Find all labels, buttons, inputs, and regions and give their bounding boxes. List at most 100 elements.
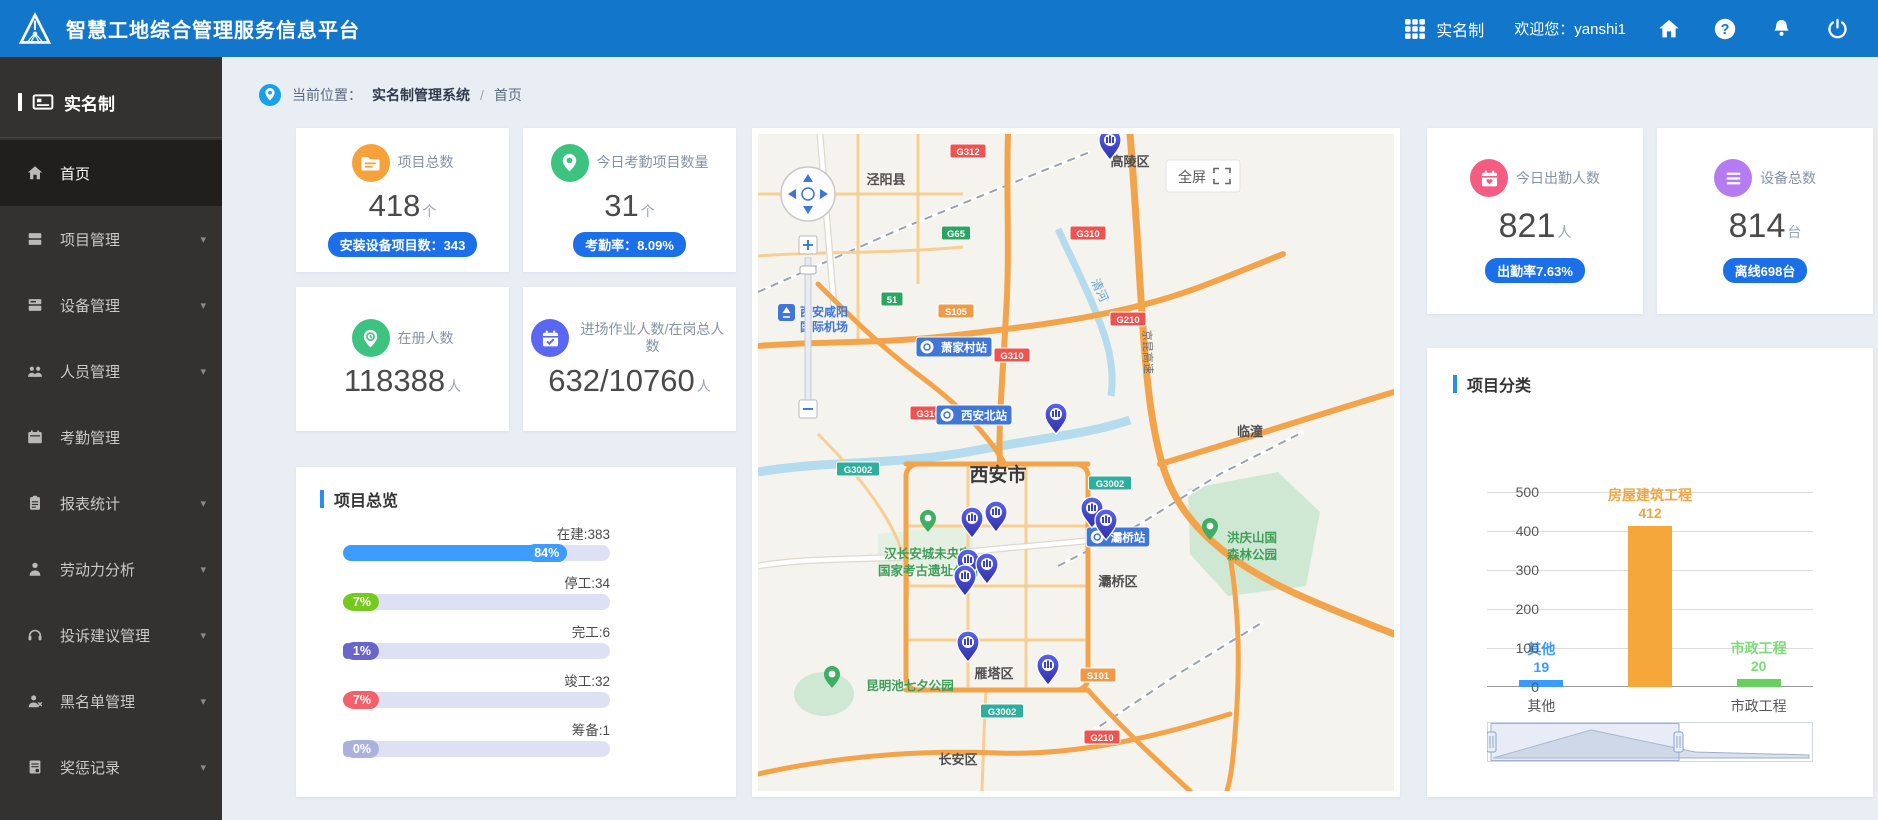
district-label: 长安区 bbox=[938, 752, 977, 767]
chart-datazoom-slider[interactable] bbox=[1486, 722, 1813, 762]
sidebar-item-report-stats[interactable]: 报表统计 ▾ bbox=[0, 470, 222, 536]
sidebar-item-label: 首页 bbox=[60, 165, 91, 183]
y-tick-label: 0 bbox=[1531, 679, 1539, 695]
fullscreen-label: 全屏 bbox=[1178, 169, 1206, 185]
stat-card-badge: 安装设备项目数：343 bbox=[327, 231, 478, 257]
notification-bell-icon[interactable] bbox=[1768, 16, 1794, 42]
road-name-label: 京昆高速 bbox=[1140, 330, 1156, 374]
stat-card-onsite-count: 进场作业人数/在岗总人数 632/10760 人 bbox=[523, 287, 736, 431]
home-icon[interactable] bbox=[1656, 16, 1682, 42]
sidebar-item-blacklist-mgmt[interactable]: 黑名单管理 ▾ bbox=[0, 668, 222, 734]
map-compass-control[interactable] bbox=[780, 166, 836, 222]
airport-icon bbox=[778, 304, 795, 321]
breadcrumb-current[interactable]: 首页 bbox=[494, 85, 522, 105]
sidebar-item-labor-analysis[interactable]: 劳动力分析 ▾ bbox=[0, 536, 222, 602]
project-category-panel: 项目分类 其他 19 房屋建筑工程 412 市政工程 20 其他 市政工程 0 … bbox=[1427, 348, 1873, 797]
x-tick-label: 其他 bbox=[1527, 698, 1556, 714]
stat-card-unit: 人 bbox=[696, 378, 711, 394]
sidebar-item-complaint-mgmt[interactable]: 投诉建议管理 ▾ bbox=[0, 602, 222, 668]
map-fullscreen-button[interactable]: 全屏 bbox=[1165, 159, 1241, 193]
datazoom-left-handle[interactable] bbox=[1486, 731, 1497, 753]
sidebar-item-attendance-mgmt[interactable]: 考勤管理 bbox=[0, 404, 222, 470]
datazoom-selection[interactable] bbox=[1490, 723, 1680, 761]
x-tick-label: 市政工程 bbox=[1730, 698, 1787, 714]
stat-cards-right: 今日出勤人数 821 人出勤率7.63% 设备总数 814 台离线698台 bbox=[1427, 128, 1873, 314]
overview-bar-label: 在建:383 bbox=[556, 527, 610, 542]
project-category-title: 项目分类 bbox=[1427, 348, 1873, 396]
stat-card-value: 814 台 bbox=[1728, 207, 1802, 245]
y-tick-label: 300 bbox=[1515, 562, 1539, 578]
zoom-slider-handle bbox=[799, 265, 817, 275]
sidebar-menu: 首页 项目管理 ▾ 设备管理 ▾ 人员管理 ▾ 考勤管理 报表统计 ▾ 劳动力分析 ▾ 投诉建议管理 ▾ 黑… bbox=[0, 140, 222, 800]
stat-card-value: 821 人 bbox=[1498, 207, 1572, 245]
sidebar-item-personnel-mgmt[interactable]: 人员管理 ▾ bbox=[0, 338, 222, 404]
platform-logo-icon bbox=[18, 11, 52, 46]
stat-card-value: 31 个 bbox=[604, 187, 655, 223]
overview-bar-row: 在建:383 84% bbox=[343, 525, 610, 574]
road-shield-label: 51 bbox=[887, 295, 898, 306]
project-overview-panel: 项目总览 在建:383 84% 停工:34 7% 完工:6 1% 竣工:32 7% 筹备:1 0% bbox=[296, 467, 736, 797]
y-tick-label: 200 bbox=[1515, 601, 1539, 617]
help-icon[interactable]: ? bbox=[1712, 16, 1738, 42]
stat-cards-left: 项目总数 418 个安装设备项目数：343 今日考勤项目数量 31 个考勤率：8.09% 在… bbox=[296, 128, 736, 431]
app-switcher[interactable]: 实名制 bbox=[1402, 16, 1484, 42]
road-shield-label: G210 bbox=[1090, 733, 1113, 744]
district-label: 灞桥区 bbox=[1098, 574, 1137, 589]
overview-bar-track: 84% bbox=[343, 544, 610, 562]
stat-card-unit: 人 bbox=[1557, 224, 1572, 240]
sidebar-item-project-mgmt[interactable]: 项目管理 ▾ bbox=[0, 206, 222, 272]
brand: 智慧工地综合管理服务信息平台 bbox=[0, 11, 360, 46]
road-shield-label: G3002 bbox=[988, 707, 1017, 718]
stat-card-unit: 个 bbox=[640, 202, 655, 219]
station-label: 萧家村站 bbox=[941, 341, 987, 355]
welcome-text: 欢迎您：yanshi1 bbox=[1514, 21, 1626, 38]
overview-bar-percent: 84% bbox=[526, 544, 568, 562]
stat-card-badge: 出勤率7.63% bbox=[1485, 258, 1585, 283]
map-canvas[interactable]: 泾阳县高陵区临潼灞桥区雁塔区长安区西安市清河京昆高速G312G65 G310S10… bbox=[758, 134, 1394, 791]
overview-bar-percent: 0% bbox=[344, 740, 379, 758]
district-label: 泾阳县 bbox=[866, 172, 905, 187]
district-label: 高陵区 bbox=[1110, 154, 1149, 169]
sidebar-divider bbox=[0, 137, 222, 138]
overview-bar-percent: 7% bbox=[344, 593, 379, 611]
road-shield-label: G65 bbox=[947, 229, 966, 240]
stat-card-value: 118388 人 bbox=[343, 363, 462, 398]
stat-card-title: 今日出勤人数 bbox=[1516, 169, 1600, 186]
road-shield-label: G3002 bbox=[844, 465, 873, 476]
stat-card-title: 进场作业人数/在岗总人数 bbox=[580, 321, 725, 354]
sidebar-item-label: 项目管理 bbox=[60, 231, 121, 249]
main-content: 当前位置： 实名制管理系统 / 首页 项目总数 418 个安装设备项目数：343 今日… bbox=[222, 57, 1878, 820]
chart-bar-label: 房屋建筑工程 412 bbox=[1608, 487, 1692, 522]
y-tick-label: 400 bbox=[1515, 523, 1539, 539]
complaint-mgmt-icon bbox=[26, 626, 44, 644]
device-mgmt-icon bbox=[26, 296, 44, 314]
chevron-down-icon: ▾ bbox=[200, 233, 206, 246]
stat-card-title: 在册人数 bbox=[397, 329, 454, 346]
chevron-down-icon: ▾ bbox=[200, 629, 206, 642]
datazoom-right-handle[interactable] bbox=[1673, 731, 1684, 753]
today-attendance-count-icon bbox=[1470, 159, 1508, 197]
logout-power-icon[interactable] bbox=[1824, 16, 1850, 42]
sidebar-item-label: 报表统计 bbox=[60, 495, 121, 513]
sidebar-item-label: 奖惩记录 bbox=[60, 759, 121, 777]
sidebar-item-reward-records[interactable]: 奖惩记录 ▾ bbox=[0, 734, 222, 800]
id-card-icon bbox=[32, 91, 54, 113]
stat-card-device-total: 设备总数 814 台离线698台 bbox=[1657, 128, 1873, 314]
project-total-icon bbox=[351, 143, 390, 182]
y-tick-label: 100 bbox=[1515, 640, 1539, 656]
overview-bar-row: 完工:6 1% bbox=[343, 623, 610, 672]
username: yanshi1 bbox=[1574, 21, 1626, 38]
chart-plot-area: 其他 19 房屋建筑工程 412 市政工程 20 bbox=[1487, 487, 1813, 687]
stat-card-title: 设备总数 bbox=[1760, 169, 1816, 186]
sidebar-item-label: 人员管理 bbox=[60, 363, 121, 381]
chart-bar-市政工程 bbox=[1736, 679, 1781, 687]
project-mgmt-icon bbox=[26, 230, 44, 248]
sidebar-item-label: 设备管理 bbox=[60, 297, 121, 315]
onsite-count-icon bbox=[531, 319, 569, 357]
stat-card-badge: 考勤率：8.09% bbox=[573, 231, 686, 257]
sidebar-item-device-mgmt[interactable]: 设备管理 ▾ bbox=[0, 272, 222, 338]
city-label: 西安市 bbox=[969, 463, 1026, 486]
breadcrumb-root[interactable]: 实名制管理系统 bbox=[372, 85, 470, 105]
overview-bar-label: 竣工:32 bbox=[564, 674, 610, 689]
sidebar-item-home[interactable]: 首页 bbox=[0, 140, 222, 206]
